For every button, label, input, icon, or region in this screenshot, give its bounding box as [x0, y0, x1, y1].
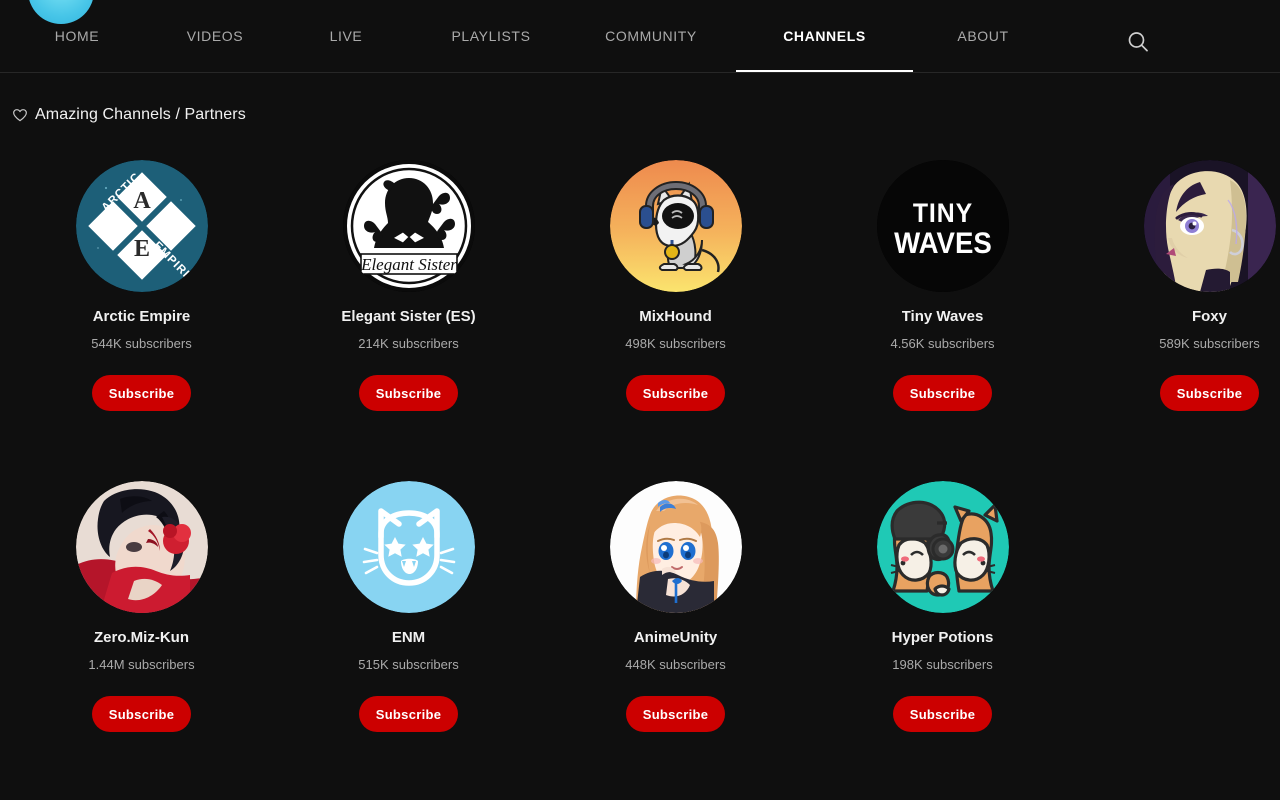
subscriber-count: 1.44M subscribers [88, 657, 195, 672]
page-title: Amazing Channels / Partners [35, 106, 246, 123]
subscriber-count: 198K subscribers [892, 657, 993, 672]
svg-text:A: A [133, 188, 151, 214]
subscriber-count: 4.56K subscribers [890, 336, 995, 351]
channel-card[interactable]: Elegant Sister Elegant Sister (ES) 214K s… [275, 160, 542, 411]
channel-name[interactable]: AnimeUnity [634, 629, 717, 647]
foxy-logo[interactable] [1143, 160, 1276, 292]
tab-about[interactable]: ABOUT [913, 0, 1053, 72]
channel-name[interactable]: Zero.Miz-Kun [94, 629, 189, 647]
subscriber-count: 498K subscribers [625, 336, 726, 351]
svg-text:Elegant Sister: Elegant Sister [360, 255, 457, 274]
channel-name[interactable]: Tiny Waves [902, 308, 984, 326]
tiny-waves-logo[interactable]: TINY WAVES [876, 160, 1009, 292]
subscriber-count: 214K subscribers [358, 336, 459, 351]
subscribe-button[interactable]: Subscribe [91, 696, 192, 732]
hyper-potions-logo[interactable] [876, 481, 1009, 613]
channel-name[interactable]: MixHound [639, 308, 712, 326]
channel-name[interactable]: Foxy [1192, 308, 1227, 326]
channel-name[interactable]: Arctic Empire [93, 308, 191, 326]
svg-text:E: E [133, 236, 149, 262]
tab-home[interactable]: HOME [0, 0, 154, 72]
animeunity-logo[interactable] [609, 481, 742, 613]
tab-videos[interactable]: VIDEOS [154, 0, 276, 72]
subscribe-button[interactable]: Subscribe [358, 696, 459, 732]
heart-icon [13, 109, 27, 122]
subscribe-button[interactable]: Subscribe [625, 696, 726, 732]
channel-card[interactable]: A E ARCTIC EMPIRE Arctic Empire 544K subs… [8, 160, 275, 411]
channel-card[interactable]: Zero.Miz-Kun 1.44M subscribers Subscribe [8, 481, 275, 732]
svg-text:TINY: TINY [912, 199, 972, 228]
channel-name[interactable]: ENM [392, 629, 425, 647]
subscribe-button[interactable]: Subscribe [892, 696, 993, 732]
elegant-sister-logo[interactable]: Elegant Sister [342, 160, 475, 292]
subscriber-count: 448K subscribers [625, 657, 726, 672]
enm-logo[interactable] [342, 481, 475, 613]
channel-card[interactable]: Hyper Potions 198K subscribers Subscribe [809, 481, 1076, 732]
subscribe-button[interactable]: Subscribe [625, 375, 726, 411]
channel-name[interactable]: Elegant Sister (ES) [341, 308, 475, 326]
subscriber-count: 544K subscribers [91, 336, 192, 351]
tab-live[interactable]: LIVE [276, 0, 416, 72]
subscribe-button[interactable]: Subscribe [91, 375, 192, 411]
tab-community[interactable]: COMMUNITY [566, 0, 736, 72]
subscribe-button[interactable]: Subscribe [358, 375, 459, 411]
tab-playlists[interactable]: PLAYLISTS [416, 0, 566, 72]
mixhound-logo[interactable] [609, 160, 742, 292]
subscriber-count: 589K subscribers [1159, 336, 1260, 351]
channel-card[interactable]: TINY WAVES Tiny Waves 4.56K subscribers Su… [809, 160, 1076, 411]
zero-miz-kun-logo[interactable] [75, 481, 208, 613]
search-icon [1128, 32, 1148, 52]
search-button[interactable] [1118, 22, 1158, 62]
arctic-empire-logo[interactable]: A E ARCTIC EMPIRE [75, 160, 208, 292]
channel-card[interactable]: MixHound 498K subscribers Subscribe [542, 160, 809, 411]
svg-text:WAVES: WAVES [894, 227, 992, 260]
channel-card[interactable]: ENM 515K subscribers Subscribe [275, 481, 542, 732]
channel-card[interactable]: Foxy 589K subscribers Subscribe [1076, 160, 1280, 411]
subscribe-button[interactable]: Subscribe [892, 375, 993, 411]
channel-grid: A E ARCTIC EMPIRE Arctic Empire 544K subs… [8, 160, 1280, 732]
channel-card[interactable]: AnimeUnity 448K subscribers Subscribe [542, 481, 809, 732]
tab-list: HOME VIDEOS LIVE PLAYLISTS COMMUNITY CHANNELS… [0, 0, 1053, 72]
subscribe-button[interactable]: Subscribe [1159, 375, 1260, 411]
channel-tab-bar: HOME VIDEOS LIVE PLAYLISTS COMMUNITY CHANNELS… [0, 0, 1280, 73]
tab-channels[interactable]: CHANNELS [736, 0, 913, 72]
subscriber-count: 515K subscribers [358, 657, 459, 672]
section-header: Amazing Channels / Partners [12, 106, 246, 124]
channel-name[interactable]: Hyper Potions [892, 629, 994, 647]
